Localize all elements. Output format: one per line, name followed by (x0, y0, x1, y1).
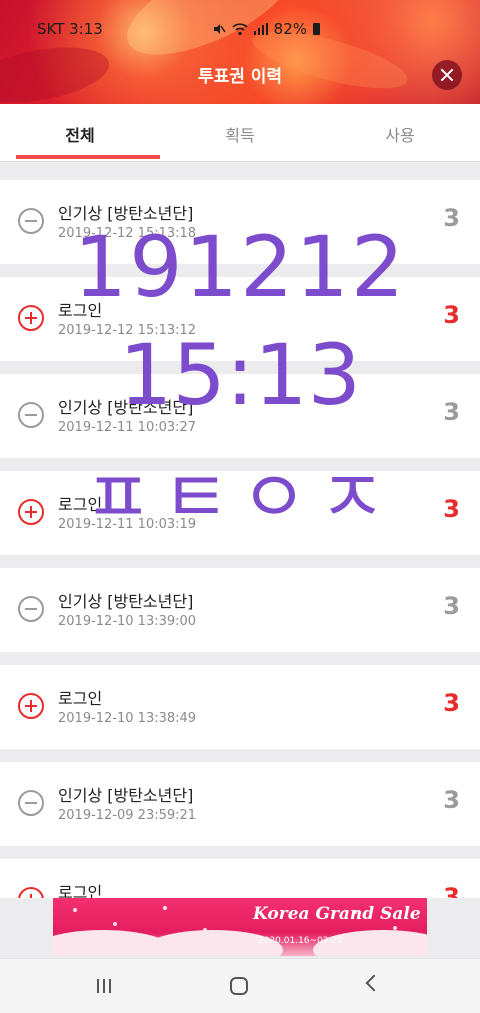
page-title: 투표권 이력 (197, 67, 283, 87)
close-button[interactable] (432, 60, 462, 90)
item-name: 인기상 [방탄소년단] (58, 786, 194, 805)
plus-circle-icon (18, 693, 44, 719)
item-time: 2019-12-10 13:38:49 (58, 711, 197, 726)
wifi-icon (232, 23, 248, 36)
minus-circle-icon (18, 596, 44, 622)
carrier-time: SKT 3:13 (37, 20, 103, 38)
tab-all[interactable]: 전체 (0, 104, 160, 161)
overlay-time: 15:13 (118, 326, 362, 424)
item-name: 인기상 [방탄소년단] (58, 592, 194, 611)
item-amount: 3 (443, 786, 460, 814)
screen: SKT 3:13 82% 투표권 이력 전체 획득 사용 인기상 [방탄소년단]… (0, 0, 480, 1013)
status-icons: 82% (212, 20, 320, 38)
header: SKT 3:13 82% 투표권 이력 (0, 0, 480, 104)
item-amount: 3 (443, 883, 460, 898)
system-nav-bar (0, 958, 480, 1013)
banner-logo: Korea Grand Sale (253, 904, 421, 924)
battery-percent: 82% (273, 20, 307, 38)
signal-icon (253, 23, 268, 35)
item-time: 2019-12-09 23:59:21 (58, 808, 197, 823)
item-time: 2019-12-10 13:39:00 (58, 614, 197, 629)
mute-icon (213, 24, 226, 34)
battery-icon (313, 23, 320, 35)
plus-circle-icon (18, 887, 44, 898)
item-amount: 3 (443, 689, 460, 717)
overlay-date: 191212 (73, 218, 407, 316)
list-item[interactable]: 로그인 3 (0, 859, 480, 898)
list-item[interactable]: 인기상 [방탄소년단] 2019-12-10 13:39:00 3 (0, 568, 480, 652)
item-name: 로그인 (58, 689, 103, 708)
overlay-initials: ㅍㅌㅇㅈ (83, 455, 397, 541)
item-name: 로그인 (58, 883, 103, 898)
tab-used[interactable]: 사용 (320, 104, 480, 161)
tab-bar: 전체 획득 사용 (0, 104, 480, 162)
banner-date: 2020.01.16~02.29 (258, 936, 343, 946)
recent-apps-icon[interactable] (97, 979, 113, 993)
list-item[interactable]: 로그인 2019-12-10 13:38:49 3 (0, 665, 480, 749)
list-item[interactable]: 인기상 [방탄소년단] 2019-12-09 23:59:21 3 (0, 762, 480, 846)
item-amount: 3 (443, 592, 460, 620)
back-icon[interactable] (365, 974, 383, 992)
ad-banner[interactable]: Korea Grand Sale 2020.01.16~02.29 (53, 898, 427, 956)
tab-earned[interactable]: 획득 (160, 104, 320, 161)
minus-circle-icon (18, 790, 44, 816)
home-icon[interactable] (230, 977, 248, 995)
status-bar: SKT 3:13 82% (0, 14, 480, 44)
